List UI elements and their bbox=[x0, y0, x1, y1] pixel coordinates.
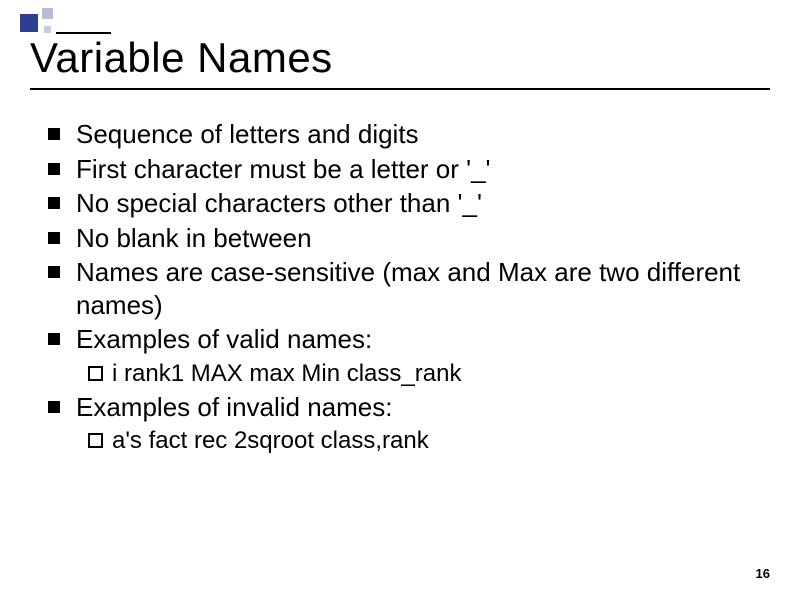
bullet-text: Examples of valid names: bbox=[76, 324, 372, 354]
bullet-list: Sequence of letters and digits First cha… bbox=[48, 118, 764, 456]
sub-bullet-list: a's fact rec 2sqroot class,rank bbox=[76, 425, 764, 456]
decoration-line bbox=[56, 32, 111, 34]
sub-bullet-list: i rank1 MAX max Min class_rank bbox=[76, 358, 764, 389]
bullet-item: Names are case-sensitive (max and Max ar… bbox=[48, 256, 764, 321]
page-number: 16 bbox=[756, 566, 770, 581]
decoration-square-large bbox=[20, 14, 38, 32]
slide-title: Variable Names bbox=[30, 34, 774, 82]
bullet-item: No blank in between bbox=[48, 222, 764, 255]
bullet-item: First character must be a letter or '_' bbox=[48, 153, 764, 186]
decoration-square-small bbox=[44, 26, 51, 33]
bullet-item: Examples of invalid names: a's fact rec … bbox=[48, 391, 764, 457]
bullet-text: Examples of invalid names: bbox=[76, 392, 392, 422]
content-area: Sequence of letters and digits First cha… bbox=[0, 90, 794, 456]
sub-bullet-item: a's fact rec 2sqroot class,rank bbox=[88, 425, 764, 456]
bullet-item: Sequence of letters and digits bbox=[48, 118, 764, 151]
bullet-item: No special characters other than '_' bbox=[48, 187, 764, 220]
corner-decoration bbox=[20, 8, 130, 36]
decoration-square-medium bbox=[42, 8, 53, 19]
sub-bullet-item: i rank1 MAX max Min class_rank bbox=[88, 358, 764, 389]
bullet-item: Examples of valid names: i rank1 MAX max… bbox=[48, 323, 764, 389]
